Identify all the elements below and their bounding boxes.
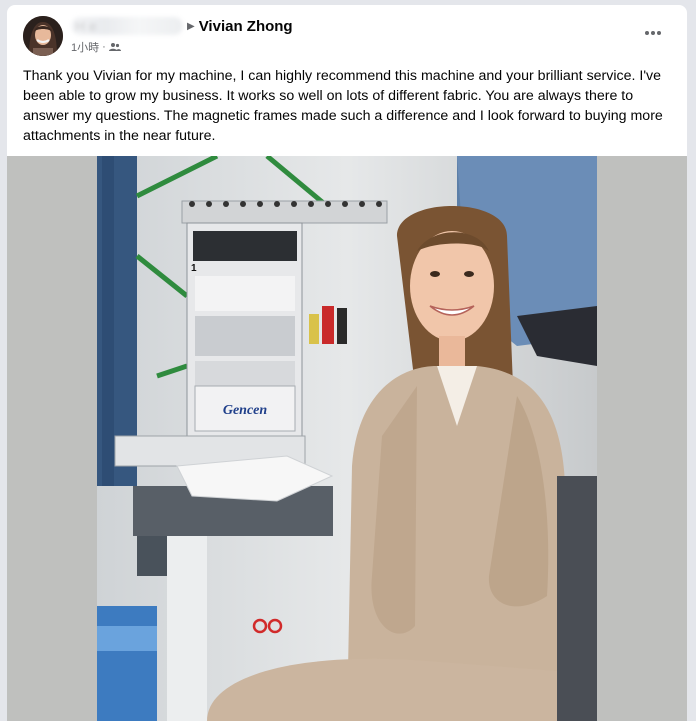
avatar-image <box>23 16 63 56</box>
post-header: H e ▶ Vivian Zhong 1小時 · <box>7 5 687 61</box>
photo-image: 1 Gencen <box>97 156 597 721</box>
target-name[interactable]: Vivian Zhong <box>199 18 293 35</box>
meta-separator: · <box>102 41 106 53</box>
friends-icon[interactable] <box>108 42 121 52</box>
machine-brand-label: Gencen <box>223 403 268 418</box>
machine-head-number: 1 <box>191 263 197 274</box>
post-author-line: H e ▶ Vivian Zhong <box>71 17 293 35</box>
post-card: H e ▶ Vivian Zhong 1小時 · Thank you Vivia… <box>7 5 687 721</box>
post-meta: 1小時 · <box>71 39 121 55</box>
caret-right-icon: ▶ <box>187 20 195 32</box>
post-body-text: Thank you Vivian for my machine, I can h… <box>23 68 663 144</box>
author-avatar[interactable] <box>23 16 63 56</box>
author-name-redacted[interactable]: H e <box>71 17 183 35</box>
more-options-icon[interactable] <box>641 25 665 41</box>
post-time[interactable]: 1小時 <box>71 39 99 55</box>
post-photo[interactable]: 1 Gencen <box>7 156 687 721</box>
